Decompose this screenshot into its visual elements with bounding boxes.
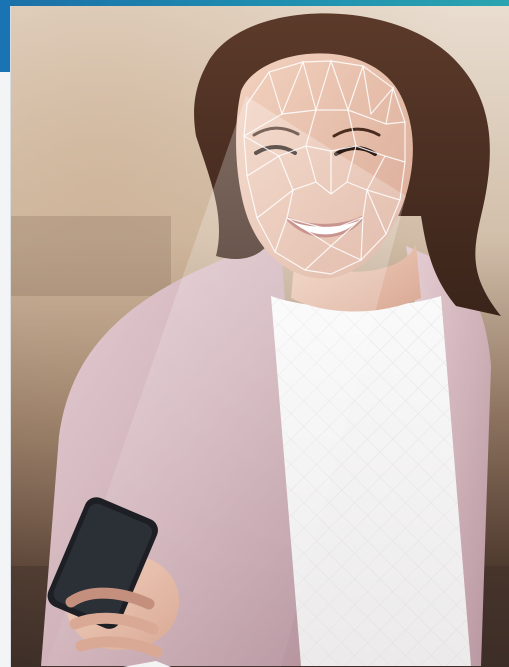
left-accent-strip	[0, 0, 10, 72]
page-root	[0, 0, 509, 667]
hero-photo	[10, 6, 509, 667]
photo-illustration	[11, 6, 509, 667]
